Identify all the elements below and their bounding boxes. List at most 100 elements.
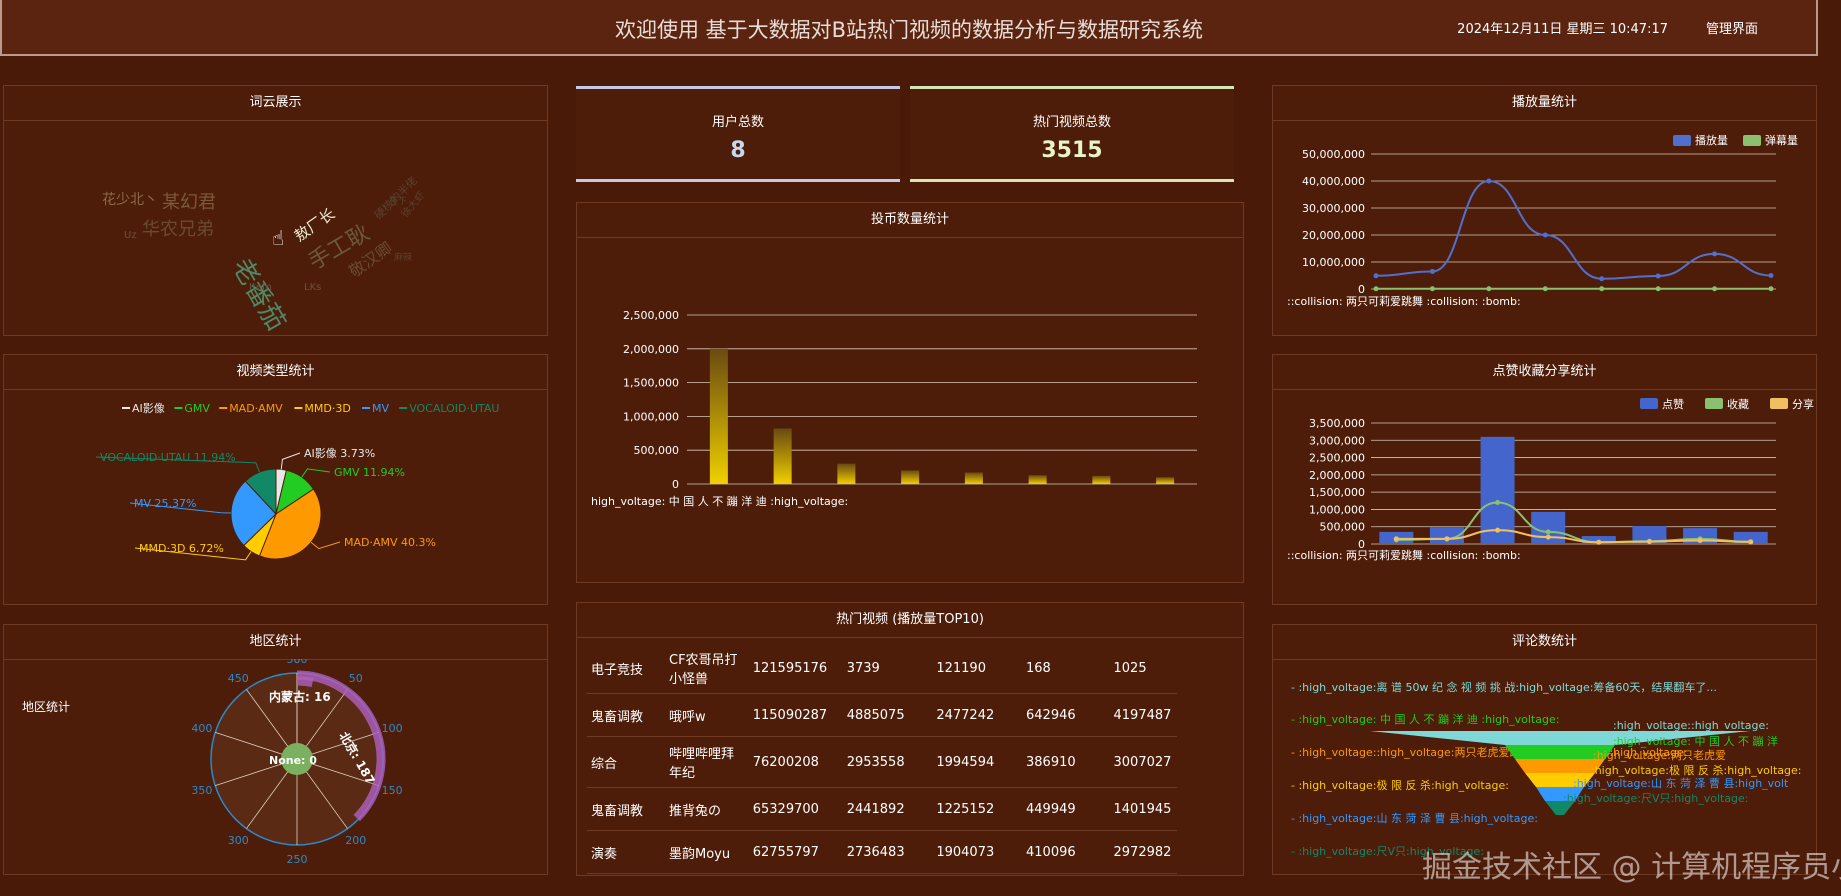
data-point [1712,286,1718,292]
coin-bar [1156,477,1175,484]
pie-label: MV 25.37% [134,497,196,510]
polar-tick: 100 [382,722,403,735]
play-title: 播放量统计 [1273,86,1816,121]
word: Uz [124,230,137,241]
table-cell: 3739 [842,643,933,694]
y-tick: 1,000,000 [623,410,679,423]
table-row[interactable]: 综合 哔哩哔哩拜年纪 76200208 2953558 1994594 386910 300… [587,736,1177,788]
wordcloud-title: 词云展示 [4,86,547,121]
polar-tick: 50 [349,672,363,685]
play-line-chart: 播放量 弹幕量010,000,00020,000,00030,000,00040,… [1287,133,1798,308]
comment-title: 评论数统计 [1273,625,1816,660]
pie-leader [310,541,341,550]
y-tick: 3,000,000 [1309,434,1365,447]
coin-bar-chart: 0 500,000 1,000,000 1,500,000 2,000,000 2,500… [591,309,1197,508]
data-point [1599,276,1605,282]
series-line [1375,179,1772,280]
coin-bar [773,428,792,484]
data-point [1545,529,1551,535]
y-tick: 20,000,000 [1302,229,1365,242]
polar-tick: 450 [228,672,249,685]
pie-chart: AI影像 GMV MAD·AMV MMD·3D MV VOCALOID·UTAU AI影像 … [95,402,499,561]
polar-tick: 400 [191,722,212,735]
table-cell: 386910 [1022,736,1110,788]
header-bar: 欢迎使用 基于大数据对B站热门视频的数据分析与数据研究系统 2024年12月11… [0,0,1818,56]
table-row[interactable]: 鬼畜调教 哦呼w 115090287 4885075 2477242 642946 4197… [587,693,1177,737]
word: 某幻君 [162,192,216,213]
data-point [1697,538,1703,544]
table-row[interactable]: 鬼畜调教 推背兔の 65329700 2441892 1225152 449949 1401… [587,787,1177,831]
play-panel: 播放量统计 播放量 弹幕量 0 10,000,000 20,000,000 30,000,… [1272,85,1817,336]
polar-tick: 250 [287,853,308,866]
coin-bar [901,470,920,484]
legend-label: 分享 [1792,397,1814,411]
data-point [1486,178,1492,184]
polar-label: 内蒙古: 16 [269,689,331,704]
coin-bar [1028,475,1047,484]
table-cell: 墨韵Moyu [665,830,749,874]
data-point [1748,539,1754,545]
table-cell: 2441892 [842,787,933,831]
region-inner-label: 地区统计 [22,700,70,714]
funnel-label: :high_voltage: 中 国 人 不 蹦 洋 [1613,734,1778,748]
table-cell: 鬼畜调教 [587,787,665,831]
table-cell: 449949 [1022,787,1110,831]
table-cell: 1401945 [1109,787,1177,831]
legend-label: 播放量 [1695,133,1728,147]
table-row[interactable]: 电子竞技 CF农哥吊打小怪兽 121595176 3739 121190 168 1025 [587,643,1177,694]
funnel-label: :high_voltage:两只老虎爱 [1593,749,1726,762]
hand-cursor-icon: ☝ [272,226,285,250]
video-type-panel: 视频类型统计 AI影像 GMV MAD·AMV MMD·3D MV VOCALOID·UT… [3,354,548,605]
x-axis-label: ::collision: 两只可莉爱跳舞 :collision: :bomb: [1287,294,1521,308]
polar-bar [296,676,314,687]
top10-panel: 热门视频 (播放量TOP10) 电子竞技 CF农哥吊打小怪兽 121595176 37… [576,602,1244,876]
y-tick: 2,500,000 [1309,452,1365,465]
y-tick: 500,000 [1320,521,1366,534]
legend-swatch [1743,135,1761,146]
y-tick: 2,000,000 [623,343,679,356]
table-cell: 3007027 [1109,736,1177,788]
y-tick: 1,500,000 [1309,486,1365,499]
polar-label: None: 0 [269,754,317,767]
table-cell: 2972982 [1109,830,1177,874]
data-point [1542,286,1548,292]
users-label: 用户总数 [711,115,764,130]
table-cell: 1225152 [932,787,1022,831]
coin-panel: 投币数量统计 0 500,000 1,000,000 1,500,000 2,000,0… [576,202,1244,583]
y-tick: 50,000,000 [1302,148,1365,161]
coin-bar [964,472,983,484]
polar-tick: 150 [382,784,403,797]
pie-label: AI影像 3.73% [304,447,375,460]
admin-link[interactable]: 管理界面 [1706,18,1758,37]
x-axis-label: ::collision: 两只可莉爱跳舞 :collision: :bomb: [1287,548,1521,562]
top10-title: 热门视频 (播放量TOP10) [577,603,1243,638]
data-point [1655,273,1661,279]
data-point [1429,286,1435,292]
datetime: 2024年12月11日 星期三 10:47:17 [1457,22,1668,37]
funnel-label: :high_voltage::high_voltage: [1613,719,1769,732]
data-point [1373,286,1379,292]
legend-swatch [1770,398,1788,409]
table-cell: 1025 [1109,643,1177,694]
coin-bar [709,348,728,484]
video-type-title: 视频类型统计 [4,355,547,390]
table-cell: 2953558 [842,736,933,788]
table-cell: 121595176 [748,643,843,694]
table-row[interactable]: 演奏 墨韵Moyu 62755797 2736483 1904073 410096 2972… [587,830,1177,874]
data-point [1444,536,1450,542]
legend-label: - :high_voltage: 中 国 人 不 蹦 洋 迪 :high_vol… [1291,712,1559,726]
table-cell: 4885075 [842,693,933,737]
data-point [1768,286,1774,292]
data-point [1429,268,1435,274]
table-cell: 综合 [587,736,665,788]
pie-label: MMD·3D 6.72% [139,542,224,555]
table-cell: 电子竞技 [587,643,665,694]
polar-tick: 350 [191,784,212,797]
legend-swatch [1673,135,1691,146]
legend-label: - :high_voltage:极 限 反 杀:high_voltage: [1291,778,1509,792]
data-point [1542,232,1548,238]
table-cell: 2477242 [932,693,1022,737]
y-tick: 30,000,000 [1302,202,1365,215]
y-tick: 3,500,000 [1309,417,1365,430]
legend-swatch [1640,398,1658,409]
